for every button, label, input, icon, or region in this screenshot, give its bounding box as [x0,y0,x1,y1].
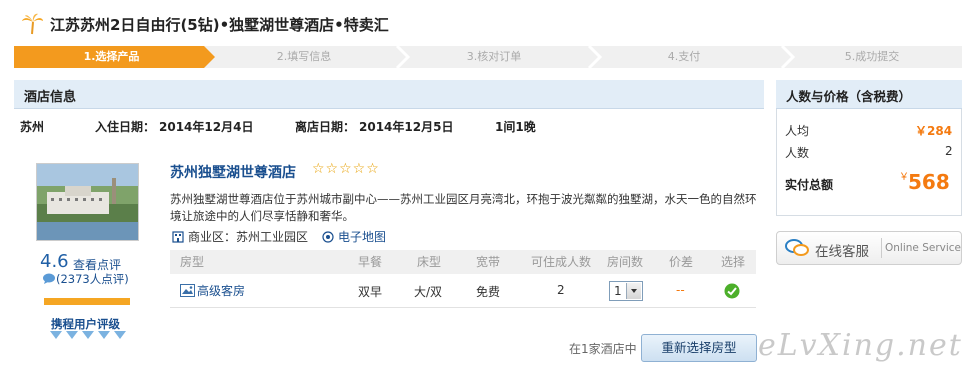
col-select: 选择 [721,255,746,269]
per-person-label: 人均 [785,124,810,138]
checkout-steps: 1.选择产品 2.填写信息 3.核对订单 4.支付 5.成功提交 [14,46,962,68]
total-label: 实付总额 [785,178,834,192]
step-fill-info: 2.填写信息 [276,50,332,63]
review-count[interactable]: (2373人点评) [42,271,129,287]
per-person-price: ￥284 [915,122,952,139]
review-count-text: (2373人点评) [56,272,129,286]
hotel-name-link[interactable]: 苏州独墅湖世尊酒店 [170,162,296,182]
reselect-room-button[interactable]: 重新选择房型 [641,334,757,362]
building-icon [172,230,184,243]
adults-value: 2 [557,283,565,297]
col-adults: 可住成人数 [531,255,592,269]
selected-check-icon[interactable] [724,283,740,299]
hotel-photo[interactable] [36,163,139,241]
room-count-value: 1 [614,284,622,298]
col-room-type: 房型 [180,255,205,269]
col-rooms: 房间数 [607,255,644,269]
room-type-link[interactable]: 高级客房 [197,282,245,299]
hotel-count-text: 在1家酒店中 [569,342,637,356]
page-title: 江苏苏州2日自由行(5钻)•独墅湖世尊酒店•特卖汇 [50,15,389,34]
people-label: 人数 [785,146,810,160]
city: 苏州 [20,120,45,134]
col-broadband: 宽带 [476,255,501,269]
step-select-product: 1.选择产品 [83,50,140,63]
hotel-star-rating: ☆☆☆☆☆ [312,161,380,177]
palm-logo-icon [22,13,43,35]
chat-bubbles-icon [785,239,809,256]
price-panel-header: 人数与价格（含税费） [776,80,962,109]
user-rating-label: 携程用户评级 [51,317,120,331]
bed-value: 大/双 [414,285,443,299]
checkin-label: 入住日期： [95,120,156,134]
chevron-down-icon[interactable] [626,283,641,299]
step-check-order: 3.核对订单 [466,50,522,63]
step-submit-success: 5.成功提交 [844,50,900,63]
col-price-diff: 价差 [669,255,694,269]
watermark: eLvXing.net [758,328,962,363]
per-person-currency: ￥ [915,124,928,138]
room-type-cell[interactable]: 高级客房 [180,282,245,299]
district-label: 商业区： [188,230,237,244]
checkout-label: 离店日期： [295,120,356,134]
hotel-description: 苏州独墅湖世尊酒店位于苏州城市副中心——苏州工业园区月亮湾北，环抱于波光粼粼的独… [170,192,757,223]
people-count: 2 [945,144,953,158]
map-link[interactable]: 电子地图 [338,228,386,245]
per-person-value: 284 [927,124,953,138]
page-header: 江苏苏州2日自由行(5钻)•独墅湖世尊酒店•特卖汇 [20,10,389,38]
room-count-select[interactable]: 1 [609,281,643,301]
hotel-info-header: 酒店信息 [14,80,764,109]
rooms-nights: 1间1晚 [495,120,536,134]
breakfast-value: 双早 [358,285,383,299]
price-panel-heading: 人数与价格（含税费） [786,89,912,104]
service-sub: Online Service [885,242,962,254]
col-bed: 床型 [417,255,442,269]
rating-bar [44,298,130,305]
online-service-button[interactable]: 在线客服 Online Service [776,231,962,265]
district-value: 苏州工业园区 [236,230,309,244]
col-breakfast: 早餐 [358,255,383,269]
hotel-location-row: 商业区： 苏州工业园区 电子地图 [172,228,386,245]
map-icon [322,230,334,243]
service-label: 在线客服 [815,244,869,260]
hotel-score: 4.6 [40,251,69,272]
hotel-info-heading: 酒店信息 [24,90,77,105]
speech-bubble-icon [43,273,55,284]
price-diff-value: -- [676,283,685,297]
service-divider [881,238,882,258]
broadband-value: 免费 [476,285,501,299]
diamond-rating-icon [50,331,126,339]
image-icon [180,284,195,297]
checkout-date: 2014年12月5日 [359,120,454,134]
total-price: 568 [908,170,950,194]
checkin-date: 2014年12月4日 [159,120,254,134]
step-pay: 4.支付 [667,50,701,63]
room-row-divider [170,307,756,308]
stay-info-row: 苏州 入住日期： 2014年12月4日 离店日期： 2014年12月5日 1间1… [20,118,760,136]
